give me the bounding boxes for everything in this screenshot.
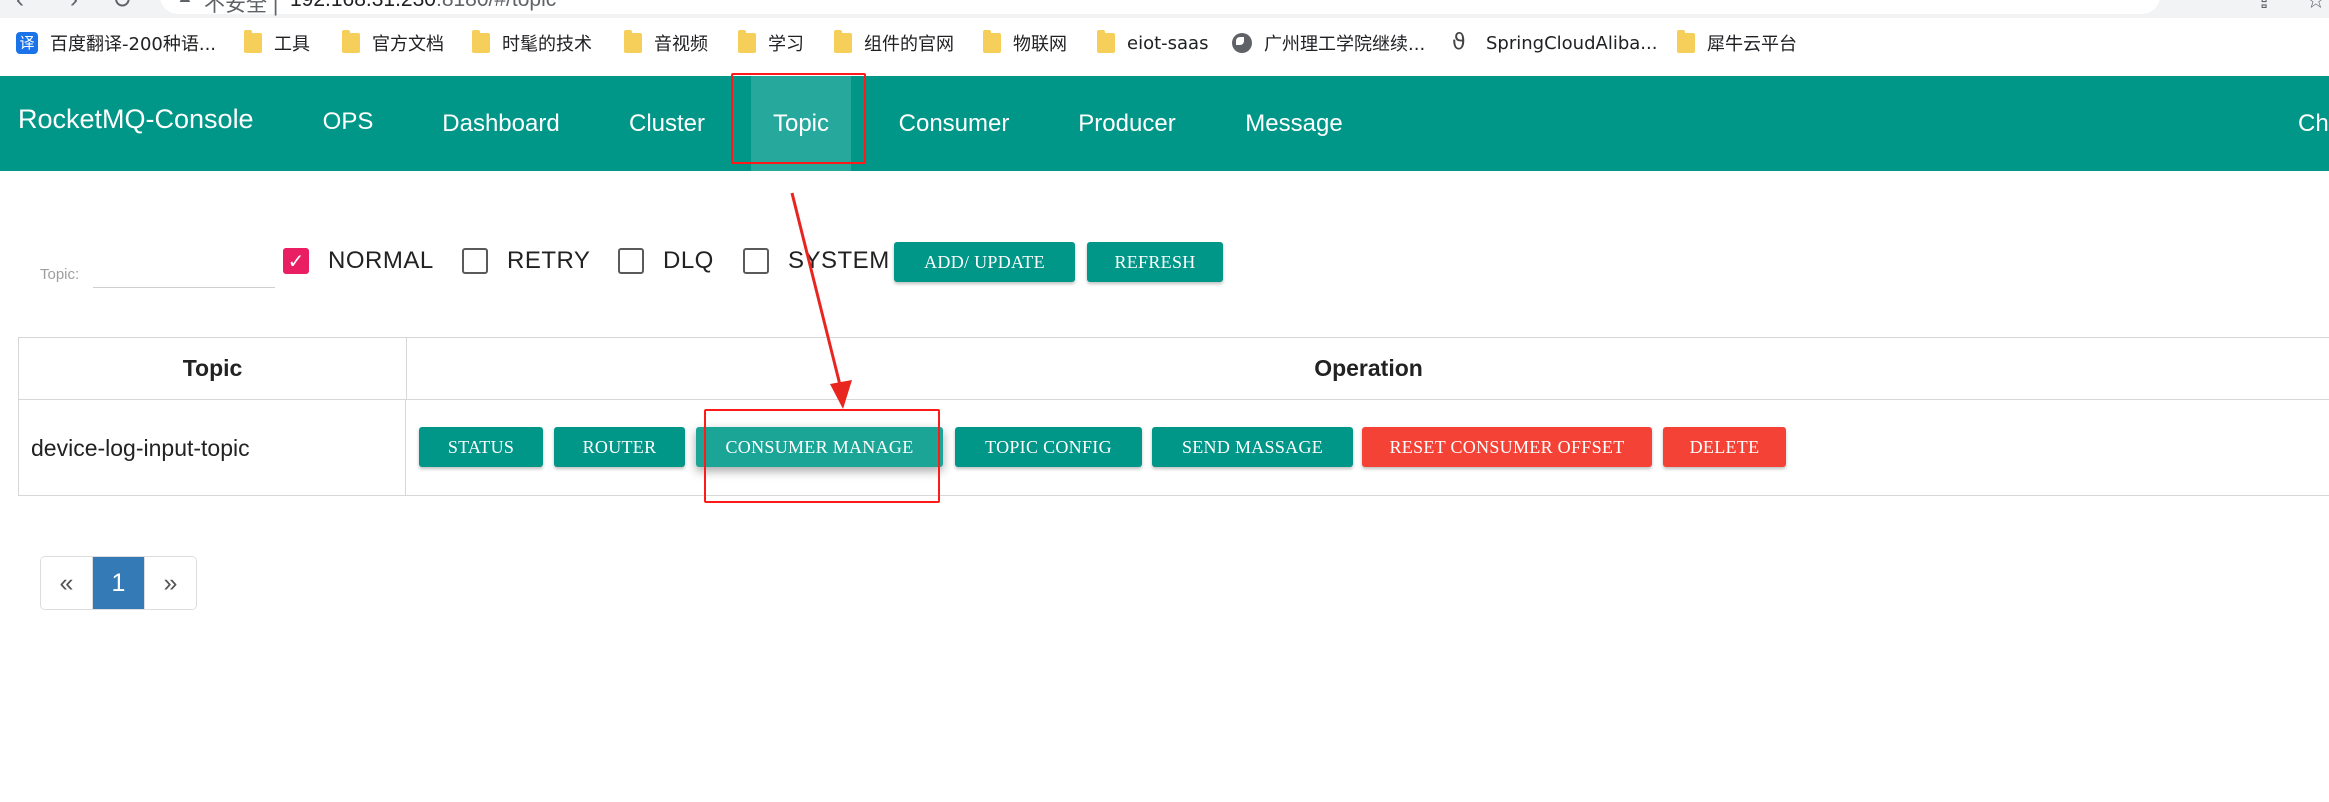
bookmark-label: 广州理工学院继续... bbox=[1264, 34, 1426, 55]
reset-consumer-offset-button[interactable]: RESET CONSUMER OFFSET bbox=[1362, 427, 1652, 467]
bookmark-label: 官方文档 bbox=[372, 34, 444, 55]
globe-icon bbox=[1232, 33, 1252, 53]
pagination: « 1 » bbox=[40, 556, 197, 610]
bookmark-item[interactable]: 官方文档 bbox=[342, 30, 444, 56]
folder-icon bbox=[244, 30, 262, 53]
bookmark-item[interactable]: 译百度翻译-200种语... bbox=[16, 30, 216, 56]
back-arrow-icon[interactable]: ‹ bbox=[16, 0, 24, 14]
bookmark-item[interactable]: 音视频 bbox=[624, 30, 708, 56]
bookmark-label: 工具 bbox=[274, 34, 310, 55]
nav-dashboard[interactable]: Dashboard bbox=[432, 76, 570, 171]
bookmark-item[interactable]: 广州理工学院继续... bbox=[1232, 30, 1425, 56]
bookmark-item[interactable]: 工具 bbox=[244, 30, 310, 56]
column-header-operation: Operation bbox=[1314, 355, 1423, 381]
table-header-row: Topic Operation bbox=[19, 338, 2329, 400]
bookmark-label: eiot-saas bbox=[1127, 32, 1209, 54]
bookmark-item[interactable]: 学习 bbox=[738, 30, 804, 56]
url-host: 192.168.31.230 bbox=[290, 0, 436, 11]
delete-button[interactable]: DELETE bbox=[1663, 427, 1786, 467]
translate-icon: 译 bbox=[16, 32, 38, 54]
bookmark-label: 犀牛云平台 bbox=[1707, 34, 1797, 55]
bookmark-star-icon[interactable]: ☆ bbox=[2306, 0, 2326, 14]
bookmark-label: 组件的官网 bbox=[864, 34, 954, 55]
folder-icon bbox=[472, 30, 490, 53]
pagination-prev[interactable]: « bbox=[41, 557, 93, 609]
annotation-highlight-box bbox=[704, 409, 940, 503]
folder-icon bbox=[738, 30, 756, 53]
checkbox-label: RETRY bbox=[507, 247, 591, 274]
bookmark-item[interactable]: ϑ SpringCloudAliba... bbox=[1452, 30, 1657, 56]
bookmark-label: 时髦的技术 bbox=[502, 34, 592, 55]
checkbox-dlq[interactable]: DLQ bbox=[618, 245, 714, 277]
checkbox-retry[interactable]: RETRY bbox=[462, 245, 590, 277]
checkbox-unchecked-icon[interactable] bbox=[618, 248, 644, 274]
nav-message[interactable]: Message bbox=[1240, 76, 1348, 171]
brand-title[interactable]: RocketMQ-Console bbox=[18, 104, 254, 135]
checkbox-normal[interactable]: ✓ NORMAL bbox=[283, 245, 434, 277]
pagination-page[interactable]: 1 bbox=[93, 557, 145, 609]
checkbox-unchecked-icon[interactable] bbox=[462, 248, 488, 274]
folder-icon bbox=[342, 30, 360, 53]
checkbox-checked-icon[interactable]: ✓ bbox=[283, 248, 309, 274]
topic-table: Topic Operation device-log-input-topic bbox=[18, 337, 2329, 496]
add-update-button[interactable]: ADD/ UPDATE bbox=[894, 242, 1075, 282]
topic-filter-label: Topic: bbox=[40, 266, 80, 283]
router-button[interactable]: ROUTER bbox=[554, 427, 685, 467]
forward-arrow-icon[interactable]: › bbox=[70, 0, 78, 14]
url-text[interactable]: 192.168.31.230:8180/#/topic bbox=[290, 0, 556, 12]
bookmark-label: 学习 bbox=[768, 34, 804, 55]
checkbox-label: DLQ bbox=[663, 247, 714, 274]
pagination-next[interactable]: » bbox=[145, 557, 196, 609]
bookmark-item[interactable]: 犀牛云平台 bbox=[1677, 30, 1797, 56]
nav-producer[interactable]: Producer bbox=[1073, 76, 1181, 171]
language-switch[interactable]: Ch bbox=[2298, 76, 2329, 171]
folder-icon bbox=[1677, 30, 1695, 53]
url-path: :8180/#/topic bbox=[436, 0, 556, 11]
nav-consumer[interactable]: Consumer bbox=[895, 76, 1013, 171]
checkbox-unchecked-icon[interactable] bbox=[743, 248, 769, 274]
bookmark-item[interactable]: eiot-saas bbox=[1097, 30, 1208, 56]
reload-icon[interactable]: ↻ bbox=[112, 0, 132, 15]
security-label: 不安全 | bbox=[204, 0, 279, 16]
bookmark-item[interactable]: 组件的官网 bbox=[834, 30, 954, 56]
checkbox-label: SYSTEM bbox=[788, 247, 890, 274]
topic-config-button[interactable]: TOPIC CONFIG bbox=[955, 427, 1142, 467]
checkbox-system[interactable]: SYSTEM bbox=[743, 245, 890, 277]
app-navbar: RocketMQ-Console OPS Dashboard Cluster T… bbox=[0, 76, 2329, 171]
column-header-topic: Topic bbox=[19, 338, 407, 399]
bookmark-label: 音视频 bbox=[654, 34, 708, 55]
refresh-button[interactable]: REFRESH bbox=[1087, 242, 1223, 282]
topic-filter-input[interactable] bbox=[93, 252, 275, 288]
browser-toolbar: ‹ › ↻ ▲ 不安全 | 192.168.31.230:8180/#/topi… bbox=[0, 0, 2329, 18]
bookmark-label: 百度翻译-200种语... bbox=[50, 34, 217, 55]
folder-icon bbox=[834, 30, 852, 53]
spring-icon: ϑ bbox=[1452, 30, 1466, 55]
folder-icon bbox=[1097, 30, 1115, 53]
status-button[interactable]: STATUS bbox=[419, 427, 543, 467]
warning-icon: ▲ bbox=[176, 0, 194, 7]
folder-icon bbox=[983, 30, 1001, 53]
share-icon[interactable]: ⇪ bbox=[2255, 0, 2273, 14]
bookmark-item[interactable]: 时髦的技术 bbox=[472, 30, 592, 56]
folder-icon bbox=[624, 30, 642, 53]
bookmark-item[interactable]: 物联网 bbox=[983, 30, 1067, 56]
nav-cluster[interactable]: Cluster bbox=[622, 76, 712, 171]
topic-name-cell: device-log-input-topic bbox=[19, 400, 406, 496]
checkbox-label: NORMAL bbox=[328, 247, 434, 274]
annotation-highlight-box bbox=[731, 73, 866, 164]
send-message-button[interactable]: SEND MASSAGE bbox=[1152, 427, 1353, 467]
bookmark-label: 物联网 bbox=[1013, 34, 1067, 55]
bookmarks-bar: 译百度翻译-200种语... 工具 官方文档 时髦的技术 音视频 学习 组件的官… bbox=[0, 18, 2329, 77]
nav-ops[interactable]: OPS bbox=[316, 76, 380, 171]
bookmark-label: SpringCloudAliba... bbox=[1486, 32, 1658, 54]
